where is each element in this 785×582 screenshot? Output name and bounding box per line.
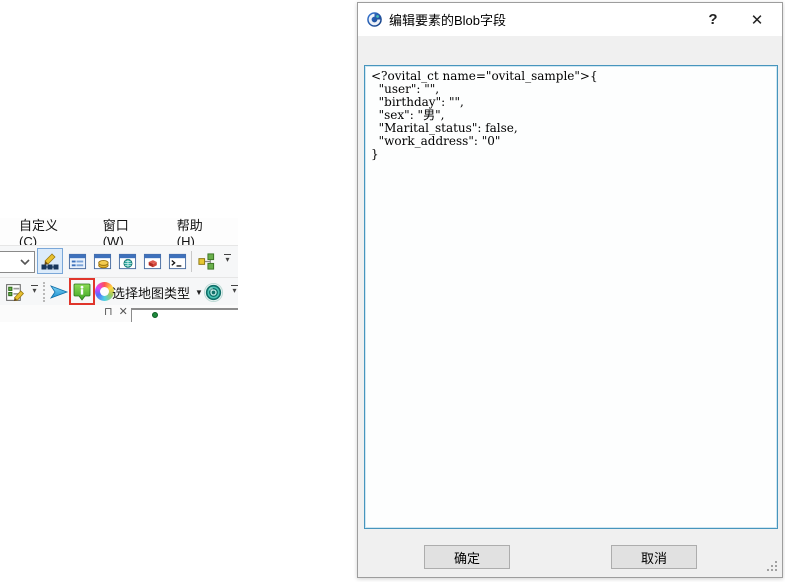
toolbar2-overflow-button-right[interactable]: ▾ [228,285,241,294]
overflow-arrow-icon: ▾ [225,256,229,263]
command-window-button[interactable] [167,251,188,272]
window-globe-icon [118,252,137,271]
edit-track-nodes-button[interactable] [37,248,63,274]
toolbar-row-2: ▾ [0,277,238,305]
overflow-arrow-icon: ▾ [32,287,36,294]
ovital-logo-icon [366,11,383,28]
help-button[interactable]: ? [698,8,728,32]
map-panel-edge [131,308,238,322]
window-red-box-icon [143,252,162,271]
fly-to-button[interactable] [48,281,70,303]
chevron-down-icon [17,254,33,270]
menu-bar: 自定义(C) 窗口(W) 帮助(H) [0,218,238,245]
cancel-button[interactable]: 取消 [611,545,697,569]
toolbar-combobox[interactable] [0,251,35,273]
resize-grip[interactable] [767,561,777,571]
list-window-icon [68,252,87,271]
panel-controls: ⊓✕ [104,305,134,318]
object-list-button[interactable] [67,251,88,272]
object-window-button[interactable] [142,251,163,272]
data-manager-button[interactable] [92,251,113,272]
dock-panel-fragment: ⊓✕ [0,305,238,322]
info-marker-icon [72,282,92,302]
blob-field-editor[interactable]: <?ovital_ct name="ovital_sample">{ "user… [364,65,778,529]
map-type-label: 选择地图类型 [112,283,190,302]
dialog-title: 编辑要素的Blob字段 [389,10,698,29]
target-rings-icon [203,282,224,303]
screenshot-canvas: 自定义(C) 窗口(W) 帮助(H) [0,0,785,582]
toolbar-grip[interactable] [43,282,47,302]
map-type-dropdown[interactable]: 选择地图类型 ▼ [112,282,203,302]
blob-field-button[interactable] [72,282,92,302]
topology-button[interactable] [196,251,217,272]
blue-arrow-icon [48,281,70,303]
toolbar-separator [191,251,192,272]
ok-button[interactable]: 确定 [424,545,510,569]
toolbar-overflow-button[interactable]: ▾ [221,254,234,263]
green-marker-dot [152,312,158,318]
edit-attributes-button[interactable] [2,280,26,304]
pin-icon[interactable]: ⊓ [104,306,119,318]
dialog-titlebar[interactable]: 编辑要素的Blob字段 ? ✕ [358,3,782,36]
window-coins-icon [93,252,112,271]
terminal-window-icon [168,252,187,271]
toolbar-row-1: ▾ [0,245,238,277]
highlight-box [69,278,95,305]
close-button[interactable]: ✕ [742,8,772,32]
checklist-pencil-icon [4,282,25,303]
nodes-pencil-icon [40,251,60,271]
toolbar2-overflow-button[interactable]: ▾ [28,285,41,294]
blob-edit-dialog: 编辑要素的Blob字段 ? ✕ <?ovital_ct name="ovital… [357,2,783,578]
map-window-button[interactable] [117,251,138,272]
network-nodes-icon [197,252,216,271]
main-window-fragment: 自定义(C) 窗口(W) 帮助(H) [0,218,238,322]
map-source-button[interactable] [202,281,224,303]
overflow-arrow-icon: ▾ [232,287,236,294]
